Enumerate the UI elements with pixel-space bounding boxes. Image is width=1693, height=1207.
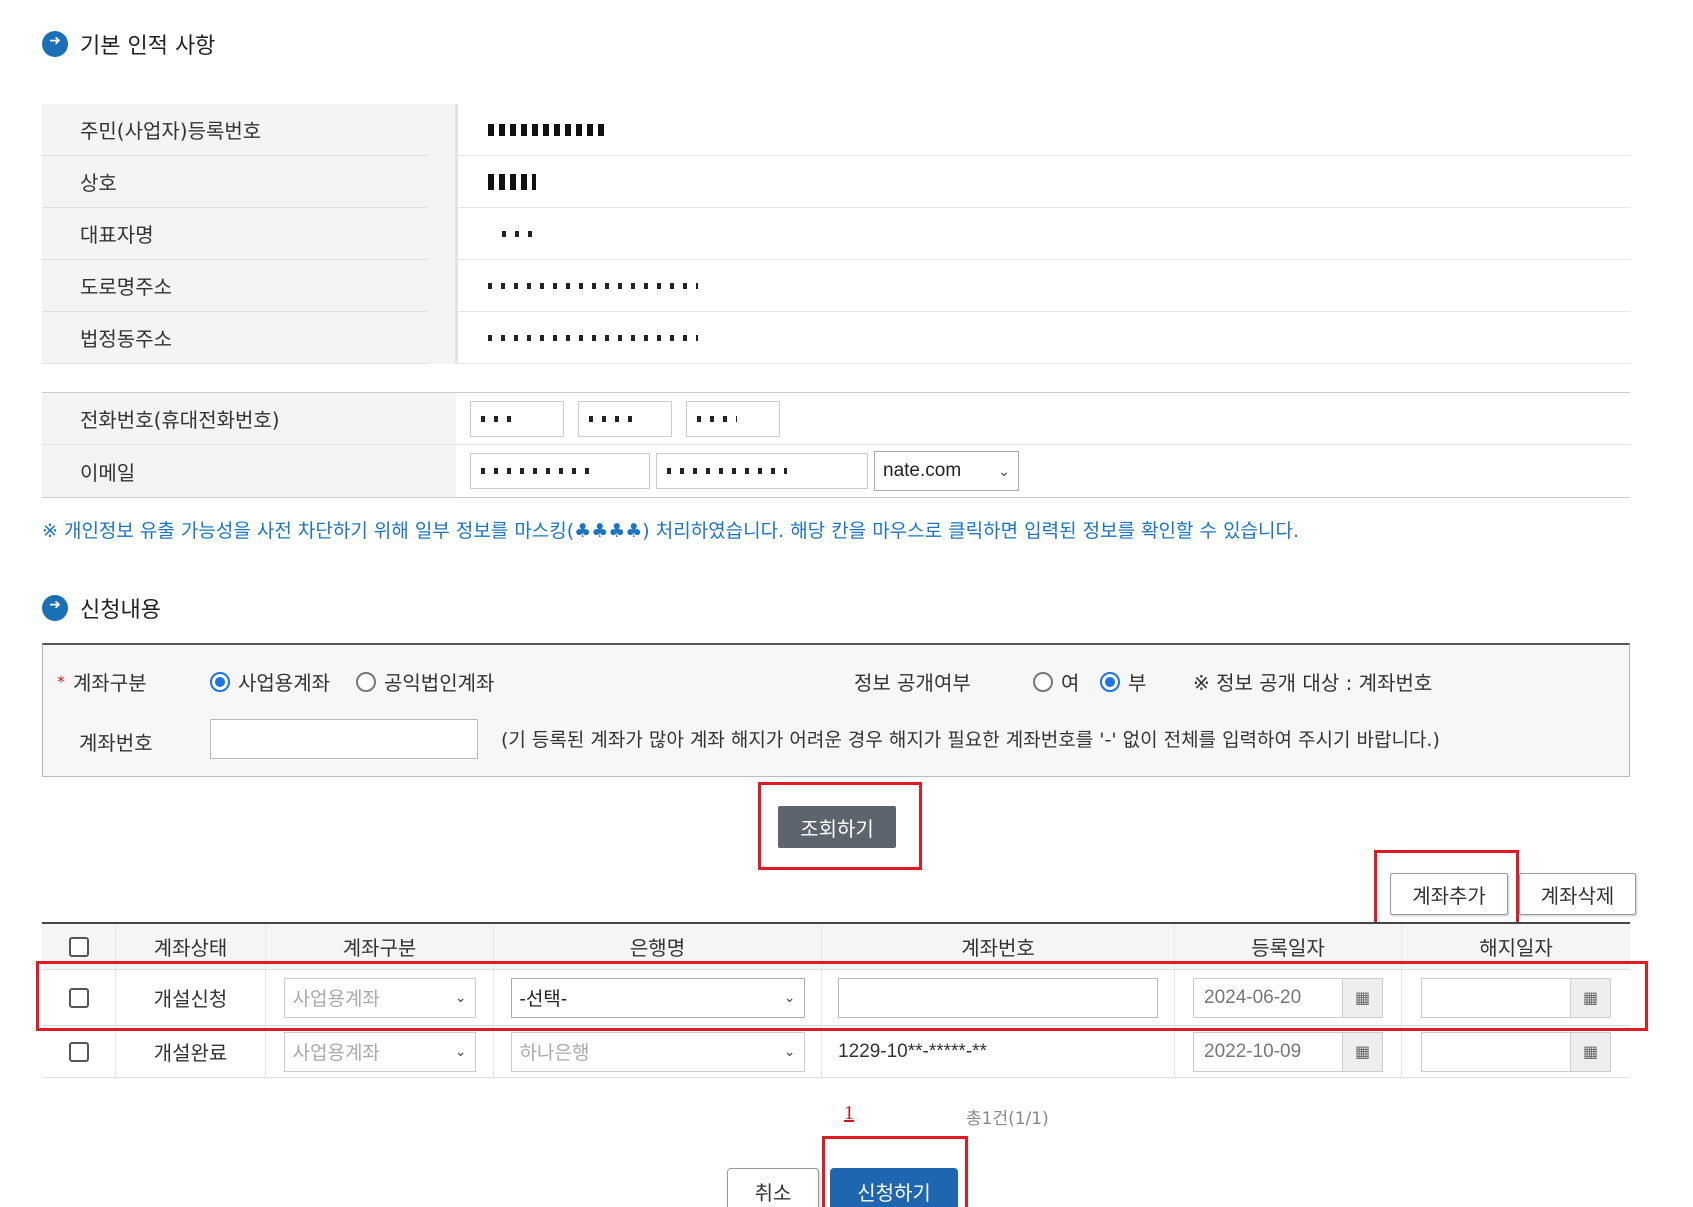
termination-date-picker[interactable]: ▦: [1421, 1031, 1611, 1072]
info-row-id-number: 주민(사업자)등록번호: [42, 104, 1630, 156]
account-type-select[interactable]: 사업용계좌 ⌄: [283, 1031, 476, 1072]
row-type-cell: 사업용계좌 ⌄: [266, 1026, 494, 1077]
row-reg-date-cell: 2022-10-09 ▦: [1175, 1026, 1402, 1077]
account-number-input[interactable]: [210, 719, 478, 759]
info-row-representative: 대표자명: [42, 208, 1630, 260]
bank-value: 하나은행: [519, 1043, 590, 1064]
phone-label: 전화번호(휴대전화번호): [42, 393, 456, 444]
email-id-input[interactable]: [470, 453, 650, 489]
arrow-circle-icon: [42, 31, 68, 57]
radio-no-label: 부: [1128, 671, 1147, 695]
masked-value[interactable]: [458, 312, 1630, 364]
page-link[interactable]: 1: [844, 1102, 854, 1125]
delete-account-button[interactable]: 계좌삭제: [1519, 873, 1636, 915]
disclosure-label: 정보 공개여부: [854, 671, 971, 695]
email-domain-value: nate.com: [883, 460, 962, 481]
row-select-cell: [42, 1026, 116, 1077]
label-separator: [428, 312, 458, 364]
section-title-text: 신청내용: [80, 598, 161, 623]
phone-fields: [456, 393, 1630, 444]
label-separator: [428, 104, 458, 156]
info-label: 주민(사업자)등록번호: [42, 104, 428, 156]
masked-value[interactable]: [458, 208, 1630, 260]
masked-value[interactable]: [458, 260, 1630, 312]
info-label: 상호: [42, 156, 428, 208]
application-form: * 계좌구분 사업용계좌 공익법인계좌 정보 공개여부 여 부 ※ 정보 공개 …: [42, 643, 1630, 777]
info-row-company-name: 상호: [42, 156, 1630, 208]
row-status: 개설완료: [116, 1026, 266, 1077]
chevron-down-icon: ⌄: [783, 1043, 796, 1059]
section-title-application: 신청내용: [42, 592, 161, 624]
highlight-new-row: [36, 961, 1648, 1031]
bank-select[interactable]: 하나은행 ⌄: [510, 1031, 805, 1072]
phone-part-3-input[interactable]: [686, 400, 780, 437]
radio-public-account[interactable]: 공익법인계좌: [356, 667, 494, 696]
radio-public-label: 공익법인계좌: [384, 671, 495, 695]
section-title-text: 기본 인적 사항: [80, 34, 216, 59]
email-label: 이메일: [42, 445, 456, 497]
radio-business-account[interactable]: 사업용계좌: [210, 667, 330, 696]
account-number-label: 계좌번호: [79, 731, 153, 755]
row-end-date-cell: ▦: [1402, 1026, 1630, 1077]
radio-public[interactable]: [356, 671, 376, 692]
privacy-notice: ※ 개인정보 유출 가능성을 사전 차단하기 위해 일부 정보를 마스킹(♣♣♣…: [42, 520, 1300, 542]
required-mark: *: [57, 672, 65, 691]
registration-date-picker[interactable]: 2022-10-09 ▦: [1193, 1031, 1383, 1072]
calendar-icon[interactable]: ▦: [1342, 1032, 1382, 1071]
phone-row: 전화번호(휴대전화번호): [42, 393, 1630, 445]
label-separator: [428, 260, 458, 312]
section-title-basic-info: 기본 인적 사항: [42, 28, 215, 60]
termination-date-value: [1422, 1033, 1570, 1071]
info-row-lot-address: 법정동주소: [42, 312, 1630, 364]
masked-value[interactable]: [458, 104, 1630, 156]
account-type-value: 사업용계좌: [292, 1043, 380, 1064]
radio-yes[interactable]: [1033, 671, 1053, 692]
cancel-button[interactable]: 취소: [727, 1168, 819, 1207]
label-separator: [428, 208, 458, 260]
radio-yes-label: 여: [1061, 671, 1080, 695]
radio-disclose-yes[interactable]: 여: [1033, 667, 1079, 696]
arrow-circle-icon: [42, 595, 68, 621]
radio-no[interactable]: [1100, 671, 1120, 692]
highlight-search-button: [758, 782, 922, 870]
account-number-hint: (기 등록된 계좌가 많아 계좌 해지가 어려운 경우 해지가 필요한 계좌번호…: [501, 729, 1440, 751]
select-all-checkbox[interactable]: [68, 936, 89, 957]
disclosure-note: ※ 정보 공개 대상 : 계좌번호: [1193, 671, 1433, 695]
row-bank-cell: 하나은행 ⌄: [494, 1026, 822, 1077]
info-label: 대표자명: [42, 208, 428, 260]
table-row: 개설완료 사업용계좌 ⌄ 하나은행 ⌄ 1229-10**-*****-** 2…: [42, 1026, 1630, 1078]
registration-date-value: 2022-10-09: [1204, 1040, 1302, 1062]
phone-part-1-input[interactable]: [470, 400, 564, 437]
total-count: 총1건(1/1): [966, 1109, 1049, 1129]
highlight-add-account: [1374, 850, 1519, 927]
info-label: 법정동주소: [42, 312, 428, 364]
email-domain-input[interactable]: [656, 453, 868, 489]
chevron-down-icon: ⌄: [454, 1043, 467, 1059]
phone-part-2-input[interactable]: [578, 400, 672, 437]
highlight-apply-button: [822, 1136, 968, 1207]
account-type-group: * 계좌구분: [57, 667, 147, 696]
basic-info-table: 주민(사업자)등록번호 상호 대표자명 도로명주소 법정동주소: [42, 104, 1630, 364]
email-fields: nate.com ⌄: [456, 445, 1630, 497]
account-type-label: 계좌구분: [73, 671, 147, 695]
info-row-road-address: 도로명주소: [42, 260, 1630, 312]
row-checkbox[interactable]: [68, 1041, 89, 1062]
radio-business-label: 사업용계좌: [238, 671, 330, 695]
chevron-down-icon: ⌄: [998, 462, 1010, 479]
radio-business[interactable]: [210, 671, 230, 692]
masked-value[interactable]: [458, 156, 1630, 208]
calendar-icon[interactable]: ▦: [1570, 1032, 1610, 1071]
account-number-value: 1229-10**-*****-**: [822, 1026, 1175, 1077]
info-label: 도로명주소: [42, 260, 428, 312]
label-separator: [428, 156, 458, 208]
contact-table: 전화번호(휴대전화번호) 이메일 nate.com ⌄: [42, 392, 1630, 498]
radio-disclose-no[interactable]: 부: [1100, 667, 1146, 696]
email-row: 이메일 nate.com ⌄: [42, 445, 1630, 497]
email-domain-select[interactable]: nate.com ⌄: [874, 451, 1019, 491]
